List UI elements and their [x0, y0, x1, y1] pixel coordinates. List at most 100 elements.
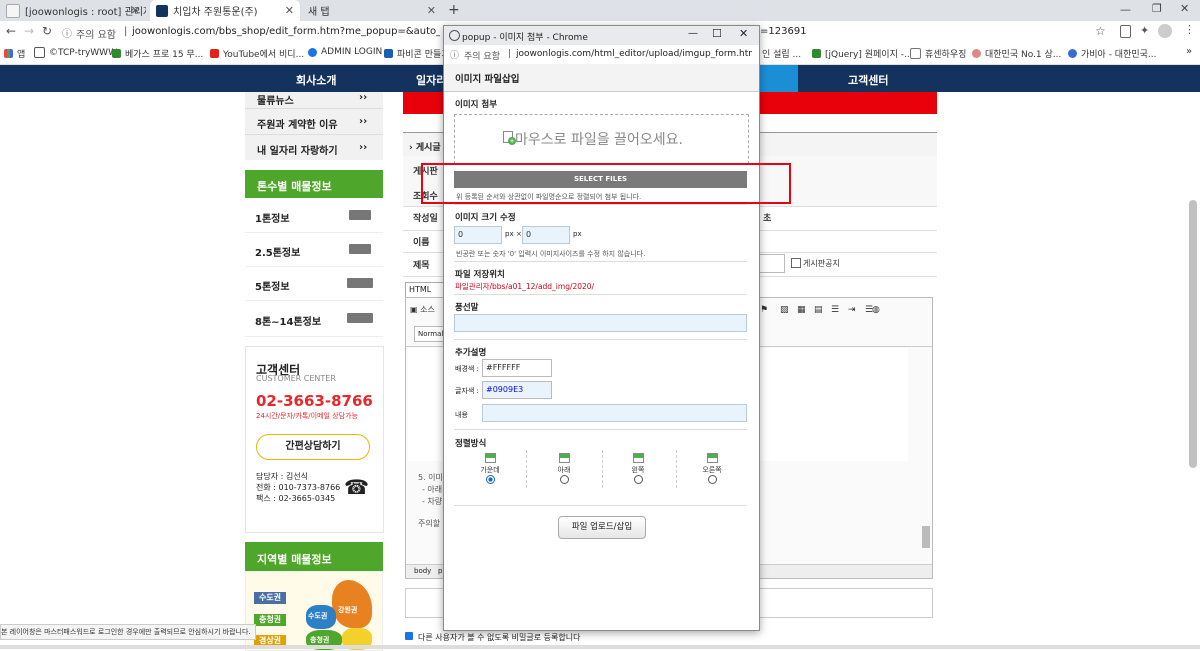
- align-radio[interactable]: [707, 475, 717, 484]
- minimize-icon[interactable]: —: [1120, 3, 1131, 16]
- bookmark-item[interactable]: [jQuery] 원페이지 -...: [812, 47, 913, 60]
- divider: [245, 108, 383, 109]
- bookmark-item[interactable]: 가비아 - 대한민국...: [1068, 47, 1157, 60]
- chrome-icon: [449, 30, 460, 41]
- region-tag[interactable]: 충청권: [254, 614, 286, 626]
- table-icon[interactable]: ▤: [814, 305, 823, 315]
- bookmark-apps[interactable]: 앱: [4, 47, 25, 60]
- bookmark-label: 앱: [17, 50, 26, 60]
- profile-avatar[interactable]: [1158, 24, 1172, 38]
- bookmark-label: 파비콘 만들기: [397, 50, 450, 60]
- close-window-icon[interactable]: ✕: [1180, 2, 1189, 15]
- indent-icon[interactable]: ⇥: [848, 305, 856, 315]
- address-bar[interactable]: joowonlogis.com/bbs_shop/edit_form.htm?m…: [132, 26, 440, 37]
- side-menu-item[interactable]: 내 일자리 자랑하기: [257, 142, 338, 157]
- minimize-icon[interactable]: —: [688, 28, 698, 39]
- popup-url[interactable]: joowonlogis.com/html_editor/upload/imgup…: [516, 49, 752, 59]
- info-icon[interactable]: ⓘ: [62, 25, 72, 40]
- flag-icon[interactable]: ⚑: [760, 305, 768, 315]
- bookmark-item[interactable]: 휴센하우징: [910, 47, 966, 60]
- tab-new[interactable]: 새 탭 ✕: [302, 0, 442, 21]
- tonnage-item[interactable]: 5톤정보: [245, 266, 383, 301]
- side-menu-label: 내 일자리 자랑하기: [257, 146, 338, 157]
- align-radio[interactable]: [559, 475, 569, 484]
- balloon-label: 풍선말: [455, 303, 479, 313]
- tab-site[interactable]: 치입차 주원통운(주) ✕: [150, 0, 300, 21]
- globe-icon[interactable]: ◍: [872, 305, 880, 315]
- secret-checkbox[interactable]: [405, 632, 413, 640]
- tonnage-item[interactable]: 2.5톤정보: [245, 232, 383, 267]
- puzzle-icon[interactable]: ✦: [1140, 24, 1149, 37]
- new-tab-icon[interactable]: +: [448, 2, 460, 18]
- bookmark-item[interactable]: 대한민국 No.1 상...: [972, 47, 1061, 60]
- align-radio[interactable]: [485, 475, 495, 484]
- extension-icon[interactable]: [1120, 25, 1131, 38]
- align-option-center[interactable]: 가운데: [460, 453, 520, 486]
- notice-checkbox[interactable]: [791, 258, 801, 268]
- resize-note: 빈공란 또는 숫자 '0' 입력시 이미지사이즈를 수정 하지 않습니다.: [456, 250, 646, 258]
- map-region-gangwon[interactable]: [332, 580, 372, 628]
- truck-icon: [347, 313, 373, 323]
- subject-input[interactable]: [759, 254, 785, 273]
- forward-icon[interactable]: →: [24, 24, 34, 38]
- region-tag[interactable]: 수도권: [254, 592, 286, 604]
- bookmark-item[interactable]: 베가스 프로 15 무...: [112, 47, 203, 60]
- quick-consult-button[interactable]: 간편상담하기: [256, 434, 370, 460]
- side-menu-item[interactable]: 물류뉴스: [257, 92, 294, 107]
- close-icon[interactable]: ✕: [427, 4, 436, 17]
- popup-title: popup - 이미지 첨부 - Chrome: [462, 33, 588, 43]
- reload-icon[interactable]: ↻: [42, 24, 52, 38]
- back-icon[interactable]: ←: [6, 24, 16, 38]
- drop-zone[interactable]: + 마우스로 파일을 끌어오세요.: [454, 114, 749, 164]
- page-icon: [6, 3, 20, 18]
- page-scrollbar[interactable]: [1189, 200, 1197, 468]
- maximize-icon[interactable]: ☐: [712, 27, 722, 40]
- nav-jobs[interactable]: 일자리: [416, 72, 446, 88]
- editor-scrollbar[interactable]: [922, 526, 930, 548]
- bookmark-label: YouTube에서 비디...: [223, 50, 305, 60]
- restore-icon[interactable]: ❐: [1152, 2, 1162, 15]
- form-label: 이름: [413, 238, 430, 248]
- menu-icon[interactable]: ⋮: [1184, 23, 1195, 36]
- editor-source-button[interactable]: ▣ 소스: [410, 304, 444, 316]
- step-text: 5. 이미: [418, 473, 443, 482]
- horizontal-scrollbar[interactable]: [0, 645, 1200, 649]
- balloon-input[interactable]: [454, 314, 747, 332]
- bg-color-input[interactable]: #FFFFFF: [482, 359, 552, 377]
- hr-icon[interactable]: ☰: [831, 305, 839, 315]
- height-input[interactable]: 0: [522, 226, 570, 244]
- bookmark-item[interactable]: 파비콘 만들기: [384, 47, 450, 60]
- side-menu: 물류뉴스 ›› 주원과 계약한 이유 ›› 내 일자리 자랑하기 ››: [245, 92, 383, 160]
- more-bookmarks-icon[interactable]: »: [1186, 46, 1192, 57]
- close-icon[interactable]: ✕: [285, 4, 294, 17]
- side-menu-item[interactable]: 주원과 계약한 이유: [257, 116, 338, 131]
- unit-label: px: [505, 230, 514, 238]
- tonnage-item[interactable]: 8톤~14톤정보: [245, 300, 383, 337]
- tonnage-title: 톤수별 매물정보: [257, 180, 332, 193]
- bookmark-item[interactable]: ADMIN LOGIN: [308, 47, 382, 57]
- image-icon[interactable]: ▨: [780, 305, 789, 315]
- image-thumb-icon: [484, 453, 496, 463]
- align-radio[interactable]: [633, 475, 643, 484]
- align-option-left[interactable]: 왼쪽: [608, 453, 668, 486]
- content-input[interactable]: [482, 404, 747, 422]
- fg-color-input[interactable]: #0909E3: [482, 381, 552, 399]
- width-input[interactable]: 0: [454, 226, 502, 244]
- nav-support[interactable]: 고객센터: [848, 72, 888, 88]
- star-icon[interactable]: ☆: [1095, 24, 1106, 38]
- bookmark-item[interactable]: YouTube에서 비디...: [210, 47, 304, 60]
- table-icon[interactable]: ▦: [797, 305, 806, 315]
- nav-company[interactable]: 회사소개: [296, 72, 336, 88]
- align-option-bottom[interactable]: 아래: [534, 453, 594, 486]
- map-label: 수도권: [308, 612, 328, 620]
- close-icon[interactable]: ✕: [739, 27, 748, 40]
- tonnage-item[interactable]: 1톤정보: [245, 198, 383, 233]
- tab-admin[interactable]: [joowonlogis : root] 관리자 페이 ✕: [0, 0, 146, 21]
- divider: [454, 204, 747, 205]
- times-label: ×: [516, 230, 522, 238]
- bookmark-item[interactable]: ©TCP-tryWWW: [34, 47, 117, 58]
- align-option-right[interactable]: 오른쪽: [682, 453, 742, 486]
- bookmark-item[interactable]: 인 설립 ...: [762, 47, 801, 60]
- close-icon[interactable]: ✕: [131, 4, 140, 17]
- upload-insert-button[interactable]: 파일 업로드/삽입: [558, 516, 646, 539]
